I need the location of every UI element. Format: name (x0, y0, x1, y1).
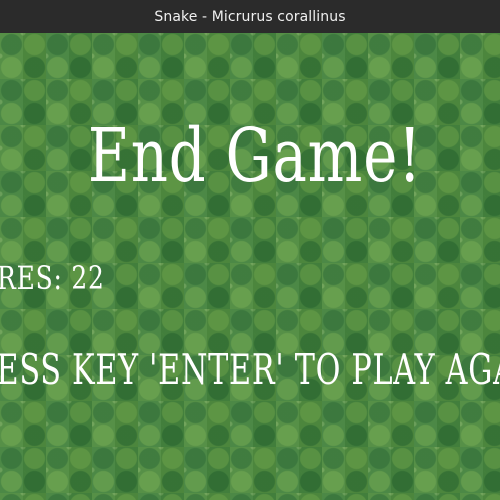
game-window: Snake - Micrurus corallinus End Game! SC… (0, 0, 500, 500)
window-title-bar[interactable]: Snake - Micrurus corallinus (0, 0, 500, 33)
restart-prompt: PRESS KEY 'ENTER' TO PLAY AGAIN (0, 345, 500, 394)
end-game-heading: End Game! (87, 113, 423, 199)
score-display: SCORES: 22 (0, 259, 105, 297)
game-canvas[interactable]: End Game! SCORES: 22 PRESS KEY 'ENTER' T… (0, 33, 500, 500)
window-title: Snake - Micrurus corallinus (154, 8, 346, 25)
